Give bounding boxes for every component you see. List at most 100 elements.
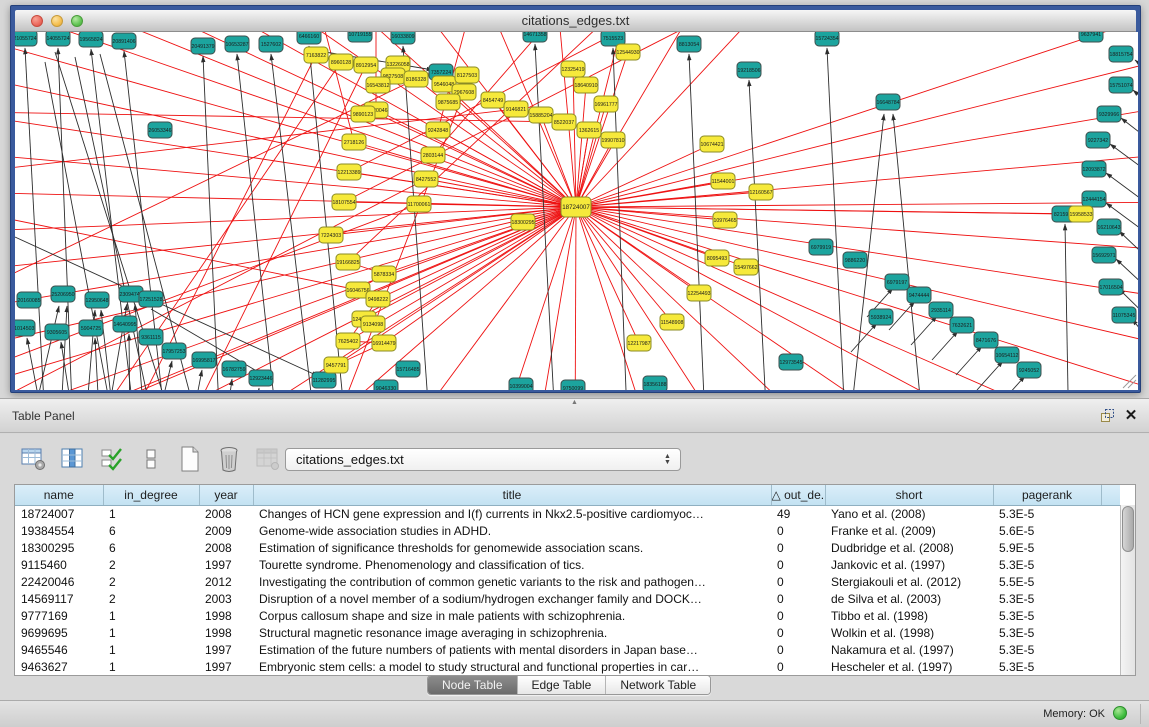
table-cell[interactable]: 18724007: [15, 505, 103, 522]
network-table-selector[interactable]: citations_edges.txt ▲▼: [285, 448, 681, 471]
memory-status-icon[interactable]: [1113, 706, 1127, 720]
import-table-icon[interactable]: [254, 446, 282, 472]
column-header-year[interactable]: year: [199, 485, 253, 505]
table-cell[interactable]: 5.3E-5: [993, 641, 1101, 658]
table-cell[interactable]: 1997: [199, 658, 253, 675]
table-cell[interactable]: 9777169: [15, 607, 103, 624]
table-cell[interactable]: 9465546: [15, 641, 103, 658]
table-cell[interactable]: Embryonic stem cells: a model to study s…: [253, 658, 771, 675]
table-cell[interactable]: 2003: [199, 590, 253, 607]
table-cell[interactable]: 0: [771, 556, 825, 573]
table-cell[interactable]: Hescheler et al. (1997): [825, 658, 993, 675]
tab-network-table[interactable]: Network Table: [605, 676, 710, 694]
table-row[interactable]: 1938455462009Genome-wide association stu…: [15, 522, 1120, 539]
row-selection-icon[interactable]: [98, 446, 126, 472]
delete-table-icon[interactable]: [215, 446, 243, 472]
table-cell[interactable]: 5.3E-5: [993, 624, 1101, 641]
table-cell[interactable]: 49: [771, 505, 825, 522]
table-row[interactable]: 1830029562008Estimation of significance …: [15, 539, 1120, 556]
table-cell[interactable]: 5.3E-5: [993, 658, 1101, 675]
table-row[interactable]: 969969511998Structural magnetic resonanc…: [15, 624, 1120, 641]
table-cell[interactable]: 2008: [199, 505, 253, 522]
table-cell[interactable]: 0: [771, 641, 825, 658]
column-header-in_degree[interactable]: in_degree: [103, 485, 199, 505]
table-cell[interactable]: 6: [103, 539, 199, 556]
table-cell[interactable]: 2: [103, 556, 199, 573]
table-cell[interactable]: Stergiakouli et al. (2012): [825, 573, 993, 590]
table-cell[interactable]: 22420046: [15, 573, 103, 590]
table-row[interactable]: 1872400712008Changes of HCN gene express…: [15, 505, 1120, 522]
table-cell[interactable]: 0: [771, 590, 825, 607]
network-canvas[interactable]: 2105572414055724195658242089140620491379…: [15, 32, 1138, 390]
table-row[interactable]: 2242004622012Investigating the contribut…: [15, 573, 1120, 590]
table-cell[interactable]: 2: [103, 573, 199, 590]
table-cell[interactable]: 2012: [199, 573, 253, 590]
table-cell[interactable]: 1997: [199, 641, 253, 658]
table-cell[interactable]: 0: [771, 522, 825, 539]
table-cell[interactable]: 0: [771, 624, 825, 641]
table-cell[interactable]: 1: [103, 641, 199, 658]
table-cell[interactable]: 5.9E-5: [993, 539, 1101, 556]
table-cell[interactable]: 1: [103, 658, 199, 675]
column-visibility-icon[interactable]: [59, 446, 87, 472]
table-cell[interactable]: 1: [103, 607, 199, 624]
table-cell[interactable]: 0: [771, 573, 825, 590]
table-cell[interactable]: 14569117: [15, 590, 103, 607]
column-header-name[interactable]: name: [15, 485, 103, 505]
table-cell[interactable]: 0: [771, 607, 825, 624]
table-cell[interactable]: Franke et al. (2009): [825, 522, 993, 539]
table-cell[interactable]: Tibbo et al. (1998): [825, 607, 993, 624]
table-cell[interactable]: Genome-wide association studies in ADHD.: [253, 522, 771, 539]
table-cell[interactable]: 1: [103, 505, 199, 522]
panel-resize-handle[interactable]: ▲: [569, 400, 581, 405]
table-cell[interactable]: 18300295: [15, 539, 103, 556]
float-panel-icon[interactable]: [1100, 408, 1115, 423]
table-cell[interactable]: 2009: [199, 522, 253, 539]
table-cell[interactable]: Structural magnetic resonance image aver…: [253, 624, 771, 641]
scrollbar-thumb[interactable]: [1122, 506, 1134, 552]
table-vertical-scrollbar[interactable]: [1120, 505, 1135, 675]
table-cell[interactable]: 19384554: [15, 522, 103, 539]
table-cell[interactable]: Corpus callosum shape and size in male p…: [253, 607, 771, 624]
table-cell[interactable]: 1998: [199, 607, 253, 624]
close-panel-icon[interactable]: ✕: [1123, 406, 1139, 424]
table-cell[interactable]: 5.3E-5: [993, 505, 1101, 522]
table-cell[interactable]: 5.3E-5: [993, 556, 1101, 573]
column-header-out_de[interactable]: △ out_de...: [771, 485, 825, 505]
column-header-pagerank[interactable]: pagerank: [993, 485, 1101, 505]
table-row[interactable]: 946362711997Embryonic stem cells: a mode…: [15, 658, 1120, 675]
table-cell[interactable]: 2008: [199, 539, 253, 556]
table-cell[interactable]: Jankovic et al. (1997): [825, 556, 993, 573]
table-options-icon[interactable]: [20, 446, 48, 472]
table-row[interactable]: 946554611997Estimation of the future num…: [15, 641, 1120, 658]
table-cell[interactable]: 6: [103, 522, 199, 539]
table-cell[interactable]: Disruption of a novel member of a sodium…: [253, 590, 771, 607]
table-cell[interactable]: de Silva et al. (2003): [825, 590, 993, 607]
table-cell[interactable]: 1997: [199, 556, 253, 573]
table-cell[interactable]: Investigating the contribution of common…: [253, 573, 771, 590]
table-row[interactable]: 911546021997Tourette syndrome. Phenomeno…: [15, 556, 1120, 573]
table-cell[interactable]: Wolkin et al. (1998): [825, 624, 993, 641]
table-cell[interactable]: Tourette syndrome. Phenomenology and cla…: [253, 556, 771, 573]
table-cell[interactable]: Yano et al. (2008): [825, 505, 993, 522]
table-cell[interactable]: 0: [771, 658, 825, 675]
table-cell[interactable]: 0: [771, 539, 825, 556]
table-cell[interactable]: Changes of HCN gene expression and I(f) …: [253, 505, 771, 522]
table-cell[interactable]: Estimation of significance thresholds fo…: [253, 539, 771, 556]
table-cell[interactable]: Estimation of the future numbers of pati…: [253, 641, 771, 658]
table-cell[interactable]: 2: [103, 590, 199, 607]
table-cell[interactable]: 1998: [199, 624, 253, 641]
tab-edge-table[interactable]: Edge Table: [517, 676, 606, 694]
table-cell[interactable]: 5.3E-5: [993, 607, 1101, 624]
new-table-icon[interactable]: [176, 446, 204, 472]
table-row[interactable]: 977716911998Corpus callosum shape and si…: [15, 607, 1120, 624]
column-header-title[interactable]: title: [253, 485, 771, 505]
table-cell[interactable]: 5.5E-5: [993, 573, 1101, 590]
table-cell[interactable]: Nakamura et al. (1997): [825, 641, 993, 658]
table-cell[interactable]: 1: [103, 624, 199, 641]
table-cell[interactable]: 9463627: [15, 658, 103, 675]
table-row[interactable]: 1456911722003Disruption of a novel membe…: [15, 590, 1120, 607]
stacked-squares-icon[interactable]: [137, 446, 165, 472]
tab-node-table[interactable]: Node Table: [428, 676, 517, 694]
column-header-short[interactable]: short: [825, 485, 993, 505]
